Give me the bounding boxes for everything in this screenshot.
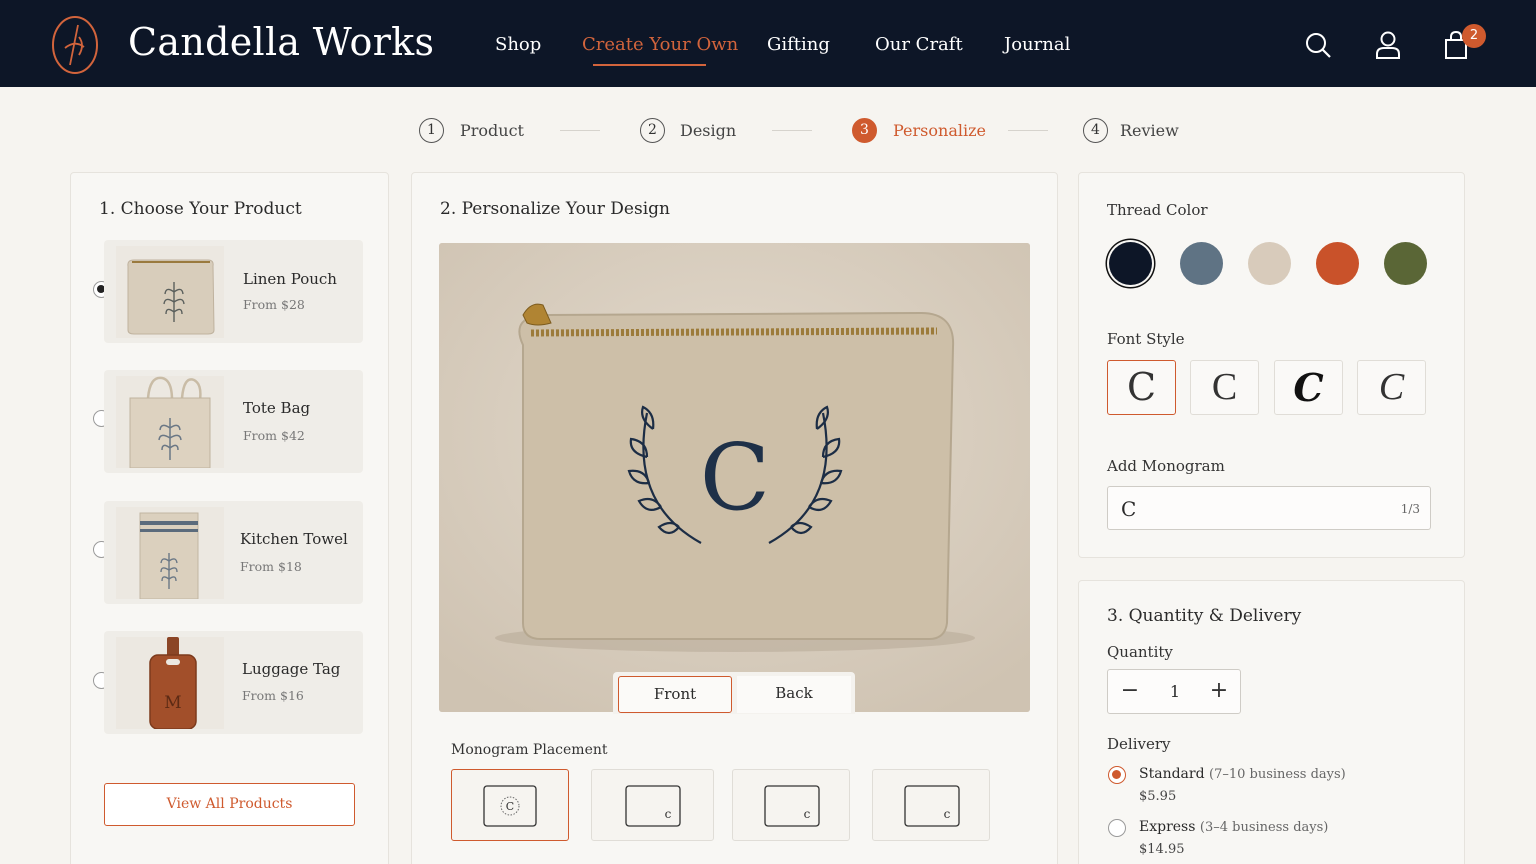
placement-letter: c [665, 807, 672, 821]
product-card-linen-pouch[interactable]: Linen Pouch From $28 [104, 240, 363, 343]
step-4-label[interactable]: Review [1120, 121, 1179, 140]
thread-swatch-rust[interactable] [1316, 242, 1359, 285]
top-header: Candella Works Shop Create Your Own Gift… [0, 0, 1536, 87]
product-card-kitchen-towel[interactable]: Kitchen Towel From $18 [104, 501, 363, 604]
placement-option-bottom-right[interactable]: c [591, 769, 714, 841]
tote-bag-thumbnail [116, 376, 224, 468]
quantity-delivery-title: 3. Quantity & Delivery [1107, 606, 1302, 626]
placement-option-right[interactable]: c [872, 769, 990, 841]
monogram-input-value: C [1121, 497, 1137, 521]
search-icon[interactable] [1304, 30, 1332, 60]
quantity-increase-button[interactable]: + [1207, 678, 1231, 704]
nav-journal[interactable]: Journal [1004, 34, 1070, 55]
font-option-serif[interactable]: C [1107, 360, 1176, 415]
monogram-char-count: 1/3 [1400, 502, 1420, 516]
brand-name[interactable]: Candella Works [128, 20, 434, 64]
placement-letter: c [804, 807, 811, 821]
cart-count-badge: 2 [1462, 24, 1486, 48]
step-2-circle[interactable]: 2 [640, 118, 665, 143]
product-price: From $28 [243, 297, 305, 312]
product-name: Tote Bag [243, 399, 311, 417]
quantity-value[interactable]: 1 [1165, 682, 1185, 701]
delivery-option-express[interactable]: Express (3–4 business days) [1139, 819, 1328, 835]
product-card-luggage-tag[interactable]: M Luggage Tag From $16 [104, 631, 363, 734]
step-1-circle[interactable]: 1 [419, 118, 444, 143]
delivery-price: $5.95 [1139, 789, 1177, 804]
brand-logo-icon[interactable] [51, 15, 99, 75]
quantity-decrease-button[interactable]: − [1118, 678, 1142, 704]
nav-our-craft[interactable]: Our Craft [875, 34, 963, 55]
view-tabs: Front Back [613, 672, 855, 714]
placement-option-bottom-right-alt[interactable]: c [732, 769, 850, 841]
font-option-bold-italic[interactable]: C [1274, 360, 1343, 415]
nav-shop[interactable]: Shop [495, 34, 541, 55]
monogram-placement-label: Monogram Placement [451, 742, 608, 758]
delivery-detail: (7–10 business days) [1209, 767, 1346, 782]
product-card-tote-bag[interactable]: Tote Bag From $42 [104, 370, 363, 473]
nav-active-underline [593, 64, 706, 66]
thread-color-label: Thread Color [1107, 201, 1208, 219]
product-price: From $16 [242, 688, 304, 703]
view-all-products-button[interactable]: View All Products [104, 783, 355, 826]
delivery-name: Express [1139, 819, 1196, 835]
nav-create-your-own[interactable]: Create Your Own [582, 34, 738, 55]
step-3-label[interactable]: Personalize [893, 121, 986, 140]
placement-option-center[interactable]: C [451, 769, 569, 841]
step-2-label[interactable]: Design [680, 121, 736, 140]
thread-swatch-slate[interactable] [1180, 242, 1223, 285]
step-connector [1008, 130, 1048, 131]
add-monogram-label: Add Monogram [1107, 457, 1225, 475]
product-name: Kitchen Towel [240, 530, 348, 548]
linen-pouch-thumbnail [116, 246, 224, 338]
font-option-script[interactable]: C [1357, 360, 1426, 415]
thread-swatch-navy[interactable] [1109, 242, 1152, 285]
delivery-label: Delivery [1107, 735, 1171, 753]
delivery-price: $14.95 [1139, 842, 1185, 857]
thread-swatch-sand[interactable] [1248, 242, 1291, 285]
delivery-radio-express[interactable] [1108, 819, 1126, 837]
delivery-option-standard[interactable]: Standard (7–10 business days) [1139, 766, 1346, 782]
delivery-detail: (3–4 business days) [1199, 820, 1329, 835]
tab-back[interactable]: Back [737, 676, 851, 713]
step-connector [772, 130, 812, 131]
preview-monogram-letter: C [700, 424, 770, 531]
luggage-tag-letter: M [164, 693, 181, 713]
step-3-circle[interactable]: 3 [852, 118, 877, 143]
product-name: Linen Pouch [243, 270, 337, 288]
product-price: From $18 [240, 559, 302, 574]
font-style-label: Font Style [1107, 330, 1185, 348]
product-name: Luggage Tag [242, 660, 341, 678]
design-panel-title: 2. Personalize Your Design [440, 199, 670, 219]
product-panel-title: 1. Choose Your Product [99, 199, 302, 219]
delivery-name: Standard [1139, 766, 1205, 782]
placement-letter: C [506, 800, 514, 813]
quantity-label: Quantity [1107, 643, 1173, 661]
nav-gifting[interactable]: Gifting [767, 34, 830, 55]
step-connector [560, 130, 600, 131]
step-1-label[interactable]: Product [460, 121, 524, 140]
monogram-input[interactable]: C 1/3 [1107, 486, 1431, 530]
font-option-classic[interactable]: C [1190, 360, 1259, 415]
quantity-stepper: − 1 + [1107, 669, 1241, 714]
account-icon[interactable] [1374, 30, 1402, 60]
luggage-tag-thumbnail: M [116, 637, 224, 729]
product-preview-image: C [439, 243, 1030, 712]
thread-swatch-olive[interactable] [1384, 242, 1427, 285]
placement-letter: c [944, 807, 951, 821]
kitchen-towel-thumbnail [116, 507, 224, 599]
tab-front[interactable]: Front [618, 676, 732, 713]
step-4-circle[interactable]: 4 [1083, 118, 1108, 143]
delivery-radio-standard[interactable] [1108, 766, 1126, 784]
product-price: From $42 [243, 428, 305, 443]
